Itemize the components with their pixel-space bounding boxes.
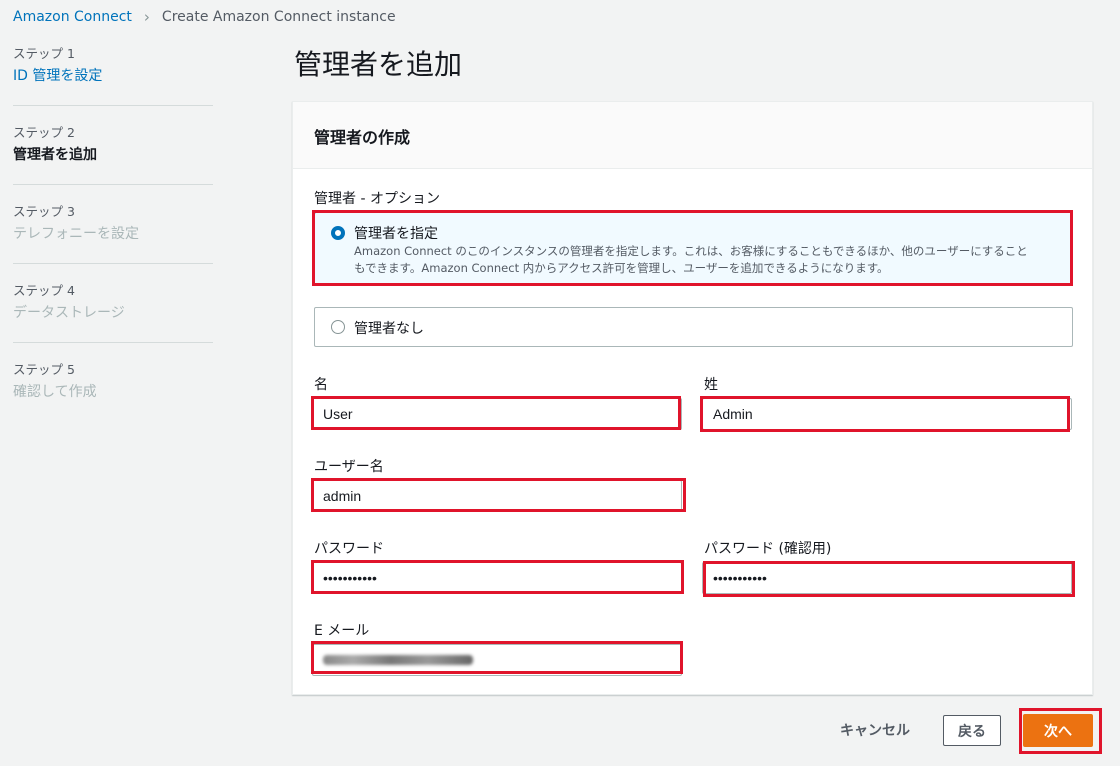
breadcrumb-current: Create Amazon Connect instance: [161, 9, 396, 25]
password-value: •••••••••••: [323, 570, 377, 586]
username-value: admin: [323, 488, 362, 504]
email-value-redacted: [323, 655, 473, 665]
step-number: ステップ 3: [13, 204, 75, 219]
step-link-identity[interactable]: ID 管理を設定: [13, 65, 213, 87]
breadcrumb-amazon-connect-link[interactable]: Amazon Connect: [13, 9, 132, 25]
first-name-input[interactable]: User: [312, 398, 682, 430]
wizard-step-4: ステップ 4 データストレージ: [13, 282, 213, 343]
first-name-value: User: [323, 406, 353, 422]
email-input[interactable]: [312, 644, 682, 676]
first-name-label: 名: [314, 377, 328, 393]
step-label-data-storage: データストレージ: [13, 305, 125, 321]
last-name-value: Admin: [713, 406, 753, 422]
next-button[interactable]: 次へ: [1023, 714, 1093, 747]
radio-description-line1: Amazon Connect のこのインスタンスの管理者を指定します。これは、お…: [354, 244, 1028, 258]
cancel-button[interactable]: キャンセル: [840, 720, 910, 740]
password-confirm-input[interactable]: •••••••••••: [702, 562, 1072, 594]
radio-label-no-admin: 管理者なし: [354, 321, 424, 337]
password-label: パスワード: [314, 541, 384, 557]
radio-button-unchecked[interactable]: [331, 320, 345, 334]
last-name-input[interactable]: Admin: [702, 398, 1072, 430]
panel-header: 管理者の作成: [293, 102, 1092, 169]
radio-label-specify-admin: 管理者を指定: [354, 226, 438, 242]
last-name-label: 姓: [704, 377, 718, 393]
email-label: E メール: [314, 623, 370, 639]
username-label: ユーザー名: [314, 459, 384, 475]
wizard-step-5: ステップ 5 確認して作成: [13, 361, 213, 421]
step-number: ステップ 1: [13, 46, 75, 61]
username-input[interactable]: admin: [312, 480, 682, 512]
password-confirm-label: パスワード (確認用): [704, 541, 832, 557]
panel-title: 管理者の作成: [314, 128, 411, 147]
back-button[interactable]: 戻る: [943, 715, 1001, 746]
radio-button-checked[interactable]: [331, 226, 345, 240]
step-label-review: 確認して作成: [13, 384, 97, 400]
radio-description-line2: もできます。Amazon Connect 内からアクセス許可を管理し、ユーザーを…: [354, 261, 889, 275]
wizard-steps: ステップ 1 ID 管理を設定 ステップ 2 管理者を追加 ステップ 3 テレフ…: [13, 45, 213, 439]
step-number: ステップ 5: [13, 362, 75, 377]
admin-option-label: 管理者 - オプション: [314, 191, 440, 207]
step-number: ステップ 2: [13, 125, 75, 140]
password-confirm-value: •••••••••••: [713, 570, 767, 586]
radio-card-no-admin[interactable]: 管理者なし: [314, 307, 1073, 347]
step-label-current: 管理者を追加: [13, 147, 97, 163]
page-title: 管理者を追加: [294, 48, 463, 81]
step-label-telephony: テレフォニーを設定: [13, 226, 139, 242]
step-number: ステップ 4: [13, 283, 75, 298]
wizard-step-2: ステップ 2 管理者を追加: [13, 124, 213, 185]
wizard-step-1: ステップ 1 ID 管理を設定: [13, 45, 213, 106]
radio-card-specify-admin[interactable]: 管理者を指定 Amazon Connect のこのインスタンスの管理者を指定しま…: [314, 212, 1072, 285]
admin-panel: 管理者の作成 管理者 - オプション 管理者を指定 Amazon Connect…: [292, 101, 1093, 695]
password-input[interactable]: •••••••••••: [312, 562, 682, 594]
breadcrumb: Amazon Connect › Create Amazon Connect i…: [13, 8, 396, 26]
chevron-right-icon: ›: [143, 8, 150, 26]
wizard-step-3: ステップ 3 テレフォニーを設定: [13, 203, 213, 264]
